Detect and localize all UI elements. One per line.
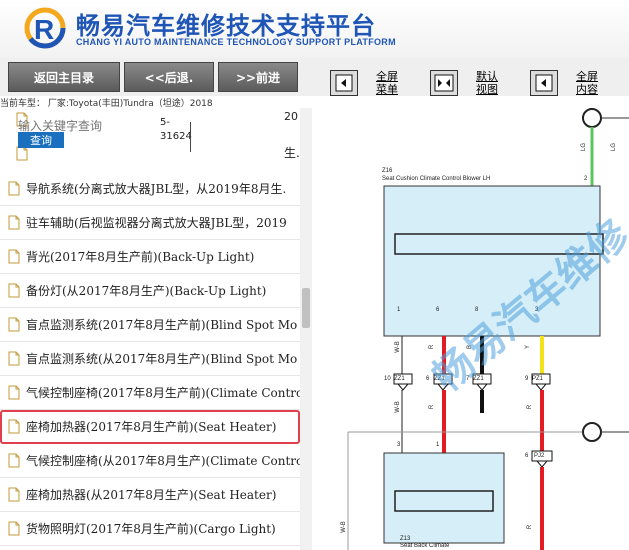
topic-list-item-label: 盲点监测系统(2017年8月生产前)(Blind Spot Mo (26, 318, 298, 332)
topic-list-item-label: 气候控制座椅(2017年8月生产前)(Climate Contro (26, 386, 300, 400)
topic-list-item[interactable]: 货物照明灯(2017年8月生产前)(Cargo Light) (0, 512, 300, 546)
z13-inner-bar (394, 490, 494, 512)
fullscreen-content-label-1: 全屏 (576, 70, 598, 83)
fullscreen-menu-label-1: 全屏 (376, 70, 398, 83)
junction-circle (582, 422, 602, 442)
component-name-z16: Seat Cushion Climate Control Blower LH (382, 176, 491, 182)
default-view-label-1: 默认 (476, 70, 498, 83)
divider (190, 122, 191, 152)
pin-number: 6 (436, 307, 440, 313)
document-icon (8, 487, 20, 502)
topic-list-item-label: 背光(2017年8月生产前)(Back-Up Light) (26, 250, 255, 264)
document-icon (8, 453, 20, 468)
part-number: 5- 31624 (160, 116, 192, 144)
topic-list-item[interactable]: 座椅加热器(从2017年8月生产)(Seat Heater) (0, 478, 300, 512)
svg-text:R: R (34, 14, 54, 45)
logo-icon: R (24, 7, 66, 49)
topic-list: 导航系统(分离式放大器JBL型，从2019年8月生. 驻车辅助(后视监视器分离式放… (0, 172, 300, 546)
document-icon (8, 419, 20, 434)
connector-pin: 10 (384, 376, 391, 382)
topic-list-item-label: 驻车辅助(后视监视器分离式放大器JBL型，2019 (26, 216, 287, 230)
junction-circle (582, 108, 602, 128)
fullscreen-content-icon[interactable] (530, 70, 558, 96)
topic-list-item[interactable]: 备份灯(从2017年8月生产)(Back-Up Light) (0, 274, 300, 308)
fullscreen-content-link[interactable]: 全屏 内容 (576, 70, 598, 96)
topic-list-item[interactable]: 导航系统(分离式放大器JBL型，从2019年8月生. (0, 172, 300, 206)
component-id-z16: Z16 (382, 168, 393, 174)
search-button[interactable]: 查询 (18, 132, 64, 148)
component-id-z13: Z13 (400, 536, 411, 542)
wire-label: W-B (394, 401, 401, 413)
truncated-text: 生. (284, 146, 300, 160)
toolbar: 返回主目录 <<后退. >>前进 全屏 菜单 默认 视图 全屏 内容 (0, 58, 629, 96)
connector-pin: 6 (525, 453, 529, 459)
topic-list-item[interactable]: 盲点监测系统(2017年8月生产前)(Blind Spot Mo (0, 308, 300, 342)
topic-list-item-label: 备份灯(从2017年8月生产)(Back-Up Light) (26, 284, 267, 298)
topic-list-item[interactable]: 气候控制座椅(从2017年8月生产)(Climate Contro (0, 444, 300, 478)
connector-label: PZ1 (532, 376, 544, 382)
component-name-z13: Seat Back Climate (400, 543, 450, 549)
document-icon (8, 249, 20, 264)
truncated-text: 20 (284, 110, 298, 123)
fullscreen-menu-icon[interactable] (330, 70, 358, 96)
pin-number: 1 (397, 307, 401, 313)
document-icon (8, 351, 20, 366)
document-icon (16, 146, 28, 161)
part-number-line-1: 5- (160, 117, 170, 128)
topic-list-item-label: 座椅加热器(从2017年8月生产)(Seat Heater) (26, 488, 277, 502)
wire-label: Y (525, 344, 532, 350)
wire-label-lg: LG (581, 142, 588, 152)
wire-label-lg: LG (611, 142, 618, 152)
scrollbar[interactable] (300, 108, 312, 550)
wire-label: R (429, 404, 436, 410)
topic-list-item[interactable]: 背光(2017年8月生产前)(Back-Up Light) (0, 240, 300, 274)
pin-number: 2 (584, 176, 588, 182)
default-view-label-2: 视图 (476, 83, 498, 96)
wire-label: W-B (340, 521, 347, 533)
document-icon (8, 521, 20, 536)
wire-label: R (527, 524, 534, 530)
topic-list-item-label: 货物照明灯(2017年8月生产前)(Cargo Light) (26, 522, 276, 536)
fullscreen-menu-link[interactable]: 全屏 菜单 (376, 70, 398, 96)
topic-list-item-label: 导航系统(分离式放大器JBL型，从2019年8月生. (26, 182, 287, 196)
topic-list-item[interactable]: 气候控制座椅(2017年8月生产前)(Climate Contro (0, 376, 300, 410)
app-header: R 畅易汽车维修技术支持平台 CHANG YI AUTO MAINTENANCE… (0, 0, 629, 58)
part-number-line-2: 31624 (160, 131, 192, 142)
connector-pin: 6 (426, 376, 430, 382)
scrollbar-thumb[interactable] (302, 288, 310, 328)
pin-number: 3 (397, 442, 401, 448)
document-icon (8, 215, 20, 230)
current-model-breadcrumb: 当前车型： 厂家:Toyota(丰田)Tundra（坦途）2018 (0, 99, 213, 108)
default-view-icon[interactable] (430, 70, 458, 96)
connector-label: ZZ1 (394, 376, 405, 382)
document-icon (8, 385, 20, 400)
default-view-link[interactable]: 默认 视图 (476, 70, 498, 96)
wire-label: W-B (394, 341, 401, 353)
fullscreen-menu-label-2: 菜单 (376, 83, 398, 96)
document-icon (8, 181, 20, 196)
topic-list-item-label: 气候控制座椅(从2017年8月生产)(Climate Contro (26, 454, 300, 468)
back-main-button[interactable]: 返回主目录 (8, 62, 120, 92)
topic-list-item[interactable]: 驻车辅助(后视监视器分离式放大器JBL型，2019 (0, 206, 300, 240)
app-title: 畅易汽车维修技术支持平台 (76, 12, 376, 40)
forward-button[interactable]: >>前进 (218, 62, 298, 92)
connector-pin: 9 (525, 376, 529, 382)
wire-label: R (527, 404, 534, 410)
document-icon (8, 317, 20, 332)
document-icon (8, 283, 20, 298)
topic-list-item[interactable]: 盲点监测系统(从2017年8月生产)(Blind Spot Mo (0, 342, 300, 376)
topic-list-item[interactable]: 座椅加热器(2017年8月生产前)(Seat Heater) (0, 410, 300, 444)
back-button[interactable]: <<后退. (124, 62, 214, 92)
topic-list-item-label: 座椅加热器(2017年8月生产前)(Seat Heater) (26, 420, 277, 434)
app-subtitle: CHANG YI AUTO MAINTENANCE TECHNOLOGY SUP… (76, 37, 396, 47)
wiring-diagram: LG LG Z16 Seat Cushion Climate Control B… (318, 108, 629, 550)
topic-list-item-label: 盲点监测系统(从2017年8月生产)(Blind Spot Mo (26, 352, 298, 366)
topic-list-panel: 查询 5- 31624 20 生. 导航系统(分离式放大器JBL型，从2019年… (0, 108, 312, 550)
pin-number: 1 (436, 442, 440, 448)
connector-label-pj2: PJ2 (534, 453, 545, 459)
fullscreen-content-label-2: 内容 (576, 83, 598, 96)
